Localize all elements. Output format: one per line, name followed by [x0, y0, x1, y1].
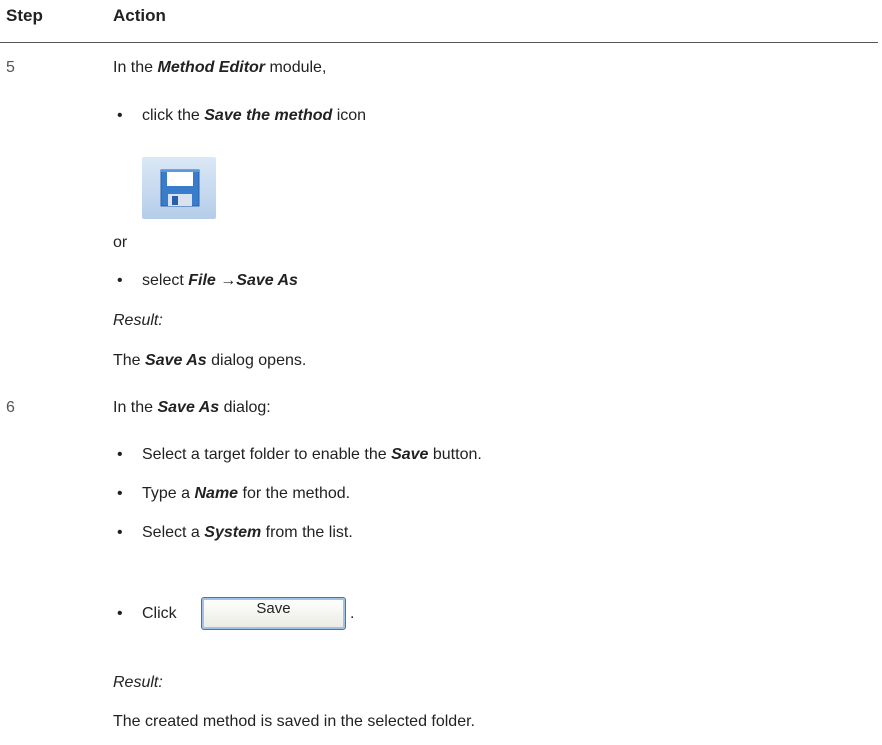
text: select	[142, 272, 189, 289]
text: module,	[265, 59, 327, 76]
ui-term: Name	[194, 485, 239, 502]
step-instruction: In the Method Editor module,	[113, 59, 326, 77]
result-label: Result:	[113, 312, 163, 329]
header-divider	[0, 42, 878, 43]
or-text: or	[113, 234, 128, 251]
bullet-item: • click the Save the method icon	[117, 107, 366, 125]
result-label: Result:	[113, 674, 163, 691]
text: The	[113, 352, 146, 369]
header-action: Action	[113, 6, 166, 25]
ui-term: Method Editor	[157, 59, 266, 76]
result-text: The Save As dialog opens.	[113, 352, 306, 370]
period: .	[350, 605, 355, 622]
text: Select a target folder to enable the	[142, 446, 392, 463]
text: for the method.	[238, 485, 351, 502]
bullet-item: • Select a target folder to enable the Sa…	[117, 446, 482, 464]
text: dialog:	[219, 399, 271, 416]
ui-term: File	[188, 272, 216, 289]
text: Select a	[142, 524, 205, 541]
ui-term: Save the method	[204, 107, 333, 124]
header-step: Step	[6, 6, 43, 25]
text: from the list.	[261, 524, 353, 541]
bullet-marker: •	[117, 107, 123, 124]
text: In the	[113, 399, 158, 416]
text: button.	[428, 446, 482, 463]
bullet-item: • Select a System from the list.	[117, 524, 353, 542]
step-number: 6	[6, 399, 15, 416]
text: In the	[113, 59, 158, 76]
bullet-marker: •	[117, 524, 123, 541]
bullet-item: • Click	[117, 605, 177, 623]
bullet-marker: •	[117, 446, 123, 463]
bullet-marker: •	[117, 605, 123, 622]
step-number: 5	[6, 59, 15, 76]
ui-term: Save As	[157, 399, 220, 416]
text: click the	[142, 107, 205, 124]
bullet-item: • select File →Save As	[117, 272, 298, 290]
text: icon	[332, 107, 367, 124]
ui-term: System	[204, 524, 262, 541]
bullet-item: • Type a Name for the method.	[117, 485, 350, 503]
arrow: →	[215, 272, 237, 289]
result-text: The created method is saved in the selec…	[113, 713, 475, 730]
save-floppy-icon	[142, 157, 216, 219]
text: Type a	[142, 485, 195, 502]
ui-term: Save As	[145, 352, 207, 369]
bullet-marker: •	[117, 272, 123, 289]
save-button[interactable]: Save	[201, 597, 346, 630]
ui-term: Save As	[236, 272, 298, 289]
text: Click	[142, 605, 177, 622]
step-instruction: In the Save As dialog:	[113, 399, 271, 417]
ui-term: Save	[391, 446, 429, 463]
bullet-marker: •	[117, 485, 123, 502]
text: dialog opens.	[206, 352, 307, 369]
